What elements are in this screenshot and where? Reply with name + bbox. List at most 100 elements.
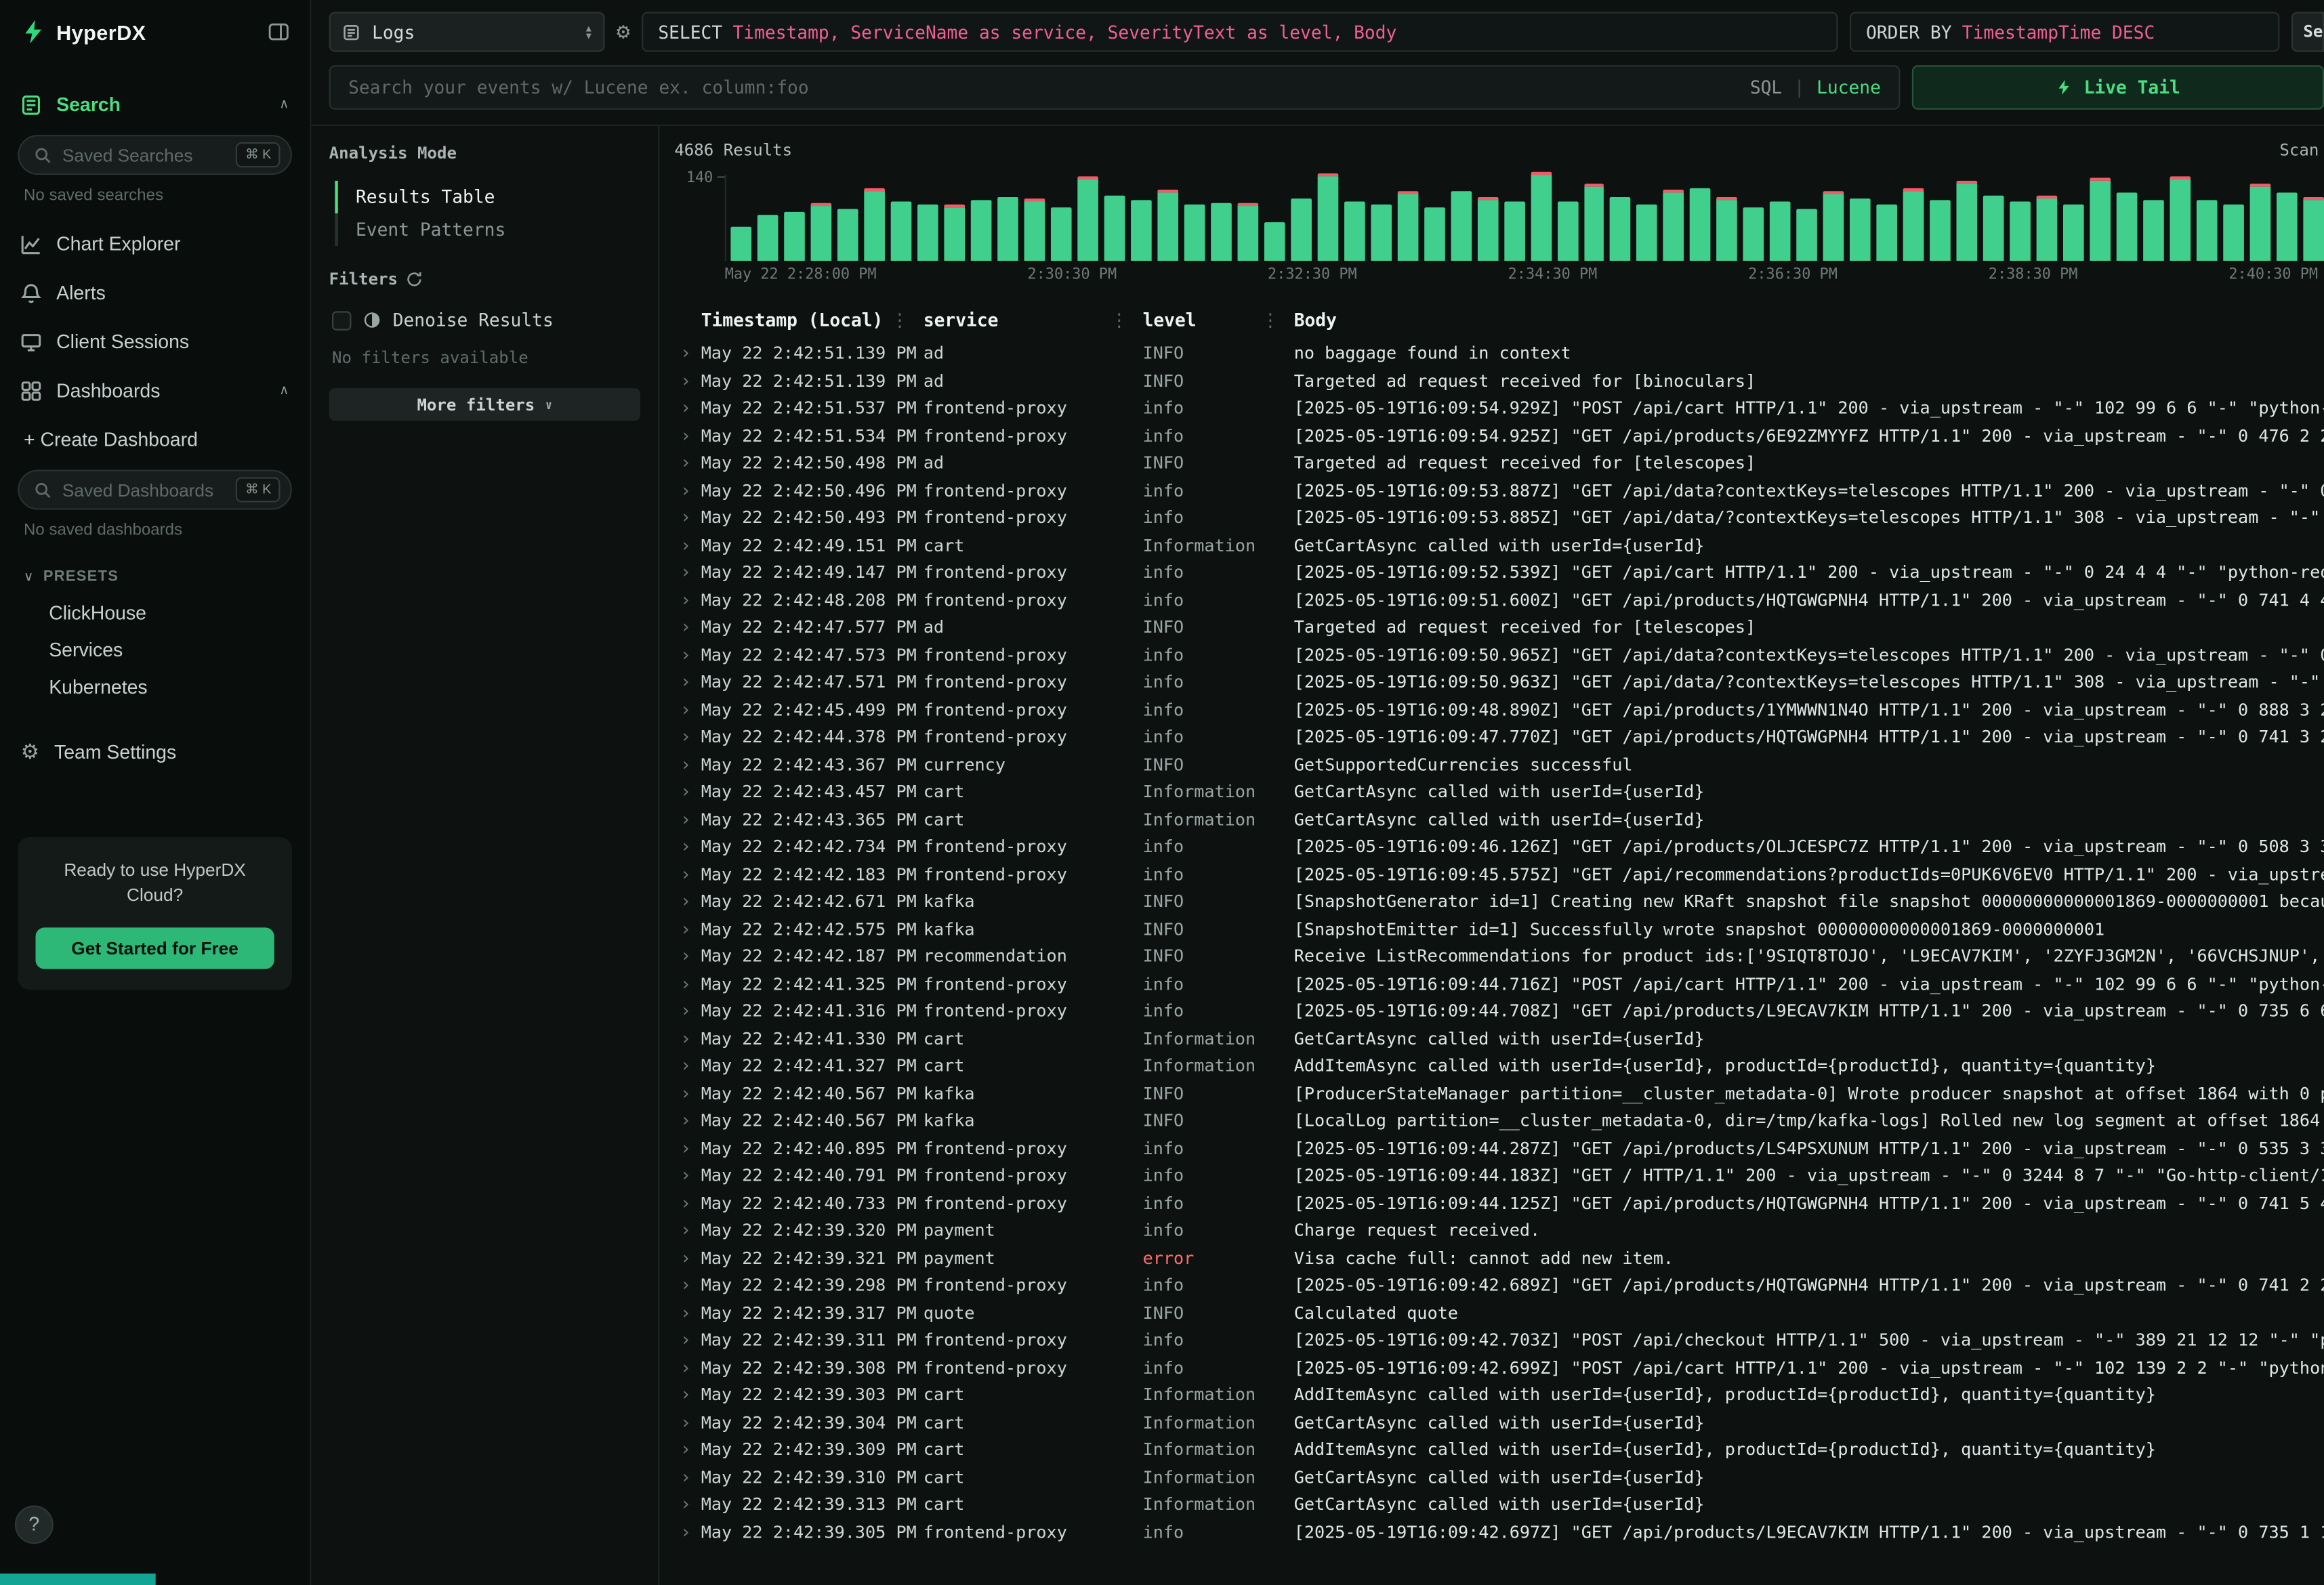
orderby-input[interactable]: ORDER BY TimestampTime DESC	[1850, 12, 2279, 52]
table-row[interactable]: ›May 22 2:42:39.311 PMfrontend-proxyinfo…	[674, 1326, 2324, 1353]
histogram-bar[interactable]	[2224, 205, 2245, 261]
row-expand-chevron-icon[interactable]: ›	[674, 534, 701, 555]
row-expand-chevron-icon[interactable]: ›	[674, 343, 701, 364]
help-button[interactable]: ?	[15, 1505, 54, 1544]
table-row[interactable]: ›May 22 2:42:49.151 PMcartInformationGet…	[674, 531, 2324, 558]
histogram-bar[interactable]	[1317, 173, 1338, 261]
histogram-bar[interactable]	[2037, 195, 2058, 261]
histogram-bar[interactable]	[1983, 196, 2004, 261]
histogram-bar[interactable]	[2117, 192, 2138, 261]
table-row[interactable]: ›May 22 2:42:42.187 PMrecommendationINFO…	[674, 942, 2324, 969]
row-expand-chevron-icon[interactable]: ›	[674, 1494, 701, 1515]
row-expand-chevron-icon[interactable]: ›	[674, 1302, 701, 1323]
row-expand-chevron-icon[interactable]: ›	[674, 452, 701, 473]
histogram-bar[interactable]	[1397, 192, 1418, 261]
row-expand-chevron-icon[interactable]: ›	[674, 398, 701, 419]
live-tail-button[interactable]: Live Tail	[1912, 65, 2324, 110]
table-row[interactable]: ›May 22 2:42:43.457 PMcartInformationGet…	[674, 778, 2324, 805]
search-submit-button[interactable]: Search	[2291, 12, 2324, 52]
table-row[interactable]: ›May 22 2:42:42.575 PMkafkaINFO[Snapshot…	[674, 915, 2324, 942]
source-settings-gear-icon[interactable]: ⚙	[617, 21, 630, 43]
row-expand-chevron-icon[interactable]: ›	[674, 1083, 701, 1104]
histogram-bar[interactable]	[1424, 207, 1445, 261]
table-row[interactable]: ›May 22 2:42:39.304 PMcartInformationGet…	[674, 1408, 2324, 1435]
row-expand-chevron-icon[interactable]: ›	[674, 562, 701, 583]
table-row[interactable]: ›May 22 2:42:39.303 PMcartInformationAdd…	[674, 1381, 2324, 1408]
get-started-button[interactable]: Get Started for Free	[36, 927, 274, 969]
column-header-service[interactable]: service⋮	[924, 310, 1143, 331]
row-expand-chevron-icon[interactable]: ›	[674, 1137, 701, 1158]
table-row[interactable]: ›May 22 2:42:41.330 PMcartInformationGet…	[674, 1025, 2324, 1052]
table-row[interactable]: ›May 22 2:42:42.671 PMkafkaINFO[Snapshot…	[674, 887, 2324, 914]
sidebar-item-alerts[interactable]: Alerts	[0, 268, 310, 317]
histogram-bar[interactable]	[2144, 200, 2165, 261]
row-expand-chevron-icon[interactable]: ›	[674, 370, 701, 391]
table-row[interactable]: ›May 22 2:42:41.325 PMfrontend-proxyinfo…	[674, 970, 2324, 997]
table-row[interactable]: ›May 22 2:42:39.321 PMpaymenterrorVisa c…	[674, 1244, 2324, 1271]
row-expand-chevron-icon[interactable]: ›	[674, 918, 701, 939]
mode-event-patterns[interactable]: Event Patterns	[338, 213, 640, 246]
table-row[interactable]: ›May 22 2:42:45.499 PMfrontend-proxyinfo…	[674, 696, 2324, 723]
row-expand-chevron-icon[interactable]: ›	[674, 699, 701, 720]
histogram-bar[interactable]	[1104, 196, 1125, 261]
row-expand-chevron-icon[interactable]: ›	[674, 507, 701, 528]
saved-dashboards-input[interactable]: Saved Dashboards ⌘ K	[18, 469, 292, 509]
row-expand-chevron-icon[interactable]: ›	[674, 589, 701, 610]
row-expand-chevron-icon[interactable]: ›	[674, 1055, 701, 1076]
table-row[interactable]: ›May 22 2:42:49.147 PMfrontend-proxyinfo…	[674, 559, 2324, 586]
table-row[interactable]: ›May 22 2:42:42.734 PMfrontend-proxyinfo…	[674, 832, 2324, 860]
denoise-checkbox[interactable]	[332, 310, 351, 329]
histogram-bar[interactable]	[1770, 202, 1791, 261]
histogram-bar[interactable]	[730, 226, 751, 261]
histogram-bar[interactable]	[1823, 192, 1844, 261]
table-row[interactable]: ›May 22 2:42:51.139 PMadINFOno baggage f…	[674, 339, 2324, 366]
histogram-bar[interactable]	[1344, 202, 1365, 261]
table-row[interactable]: ›May 22 2:42:50.493 PMfrontend-proxyinfo…	[674, 504, 2324, 531]
column-header-body[interactable]: Body	[1294, 310, 2324, 331]
histogram-bar[interactable]	[2250, 184, 2271, 261]
row-expand-chevron-icon[interactable]: ›	[674, 1357, 701, 1378]
histogram-bar[interactable]	[2197, 199, 2218, 261]
row-expand-chevron-icon[interactable]: ›	[674, 1330, 701, 1351]
histogram-bar[interactable]	[837, 209, 858, 261]
mode-results-table[interactable]: Results Table	[335, 181, 640, 213]
histogram-bar[interactable]	[1690, 188, 1711, 261]
table-row[interactable]: ›May 22 2:42:51.537 PMfrontend-proxyinfo…	[674, 394, 2324, 421]
sidebar-item-team-settings[interactable]: ⚙ Team Settings	[0, 726, 310, 778]
histogram-bar[interactable]	[1051, 208, 1072, 261]
create-dashboard-button[interactable]: + Create Dashboard	[0, 415, 310, 464]
histogram-bar[interactable]	[1743, 207, 1764, 261]
preset-item-clickhouse[interactable]: ClickHouse	[0, 594, 310, 631]
histogram-bar[interactable]	[1291, 198, 1312, 261]
table-row[interactable]: ›May 22 2:42:39.317 PMquoteINFOCalculate…	[674, 1298, 2324, 1326]
histogram-bar[interactable]	[1531, 172, 1552, 261]
table-row[interactable]: ›May 22 2:42:48.208 PMfrontend-proxyinfo…	[674, 586, 2324, 613]
sidebar-item-dashboards[interactable]: Dashboards ∧	[0, 366, 310, 415]
table-row[interactable]: ›May 22 2:42:39.298 PMfrontend-proxyinfo…	[674, 1271, 2324, 1298]
histogram-bar[interactable]	[1264, 223, 1285, 261]
row-expand-chevron-icon[interactable]: ›	[674, 809, 701, 830]
table-row[interactable]: ›May 22 2:42:39.309 PMcartInformationAdd…	[674, 1436, 2324, 1463]
histogram-bar[interactable]	[1930, 200, 1951, 261]
table-row[interactable]: ›May 22 2:42:42.183 PMfrontend-proxyinfo…	[674, 860, 2324, 887]
row-expand-chevron-icon[interactable]: ›	[674, 1275, 701, 1296]
row-expand-chevron-icon[interactable]: ›	[674, 836, 701, 857]
histogram-bar[interactable]	[1611, 197, 1632, 261]
table-row[interactable]: ›May 22 2:42:47.573 PMfrontend-proxyinfo…	[674, 641, 2324, 668]
table-row[interactable]: ›May 22 2:42:39.305 PMfrontend-proxyinfo…	[674, 1518, 2324, 1545]
mode-toggle-lucene[interactable]: Lucene	[1817, 77, 1881, 98]
histogram-bar[interactable]	[864, 188, 885, 261]
histogram-bar[interactable]	[1557, 202, 1578, 261]
table-row[interactable]: ›May 22 2:42:41.327 PMcartInformationAdd…	[674, 1052, 2324, 1079]
row-expand-chevron-icon[interactable]: ›	[674, 1247, 701, 1268]
source-select[interactable]: Logs ▲▼	[329, 12, 605, 52]
histogram-bar[interactable]	[1583, 184, 1604, 261]
column-handle-icon[interactable]: ⋮	[1110, 310, 1127, 331]
table-row[interactable]: ›May 22 2:42:43.365 PMcartInformationGet…	[674, 805, 2324, 832]
histogram-bar[interactable]	[1663, 190, 1684, 261]
histogram-bar[interactable]	[971, 200, 992, 261]
histogram-bar[interactable]	[944, 205, 965, 261]
sidebar-item-chart-explorer[interactable]: Chart Explorer	[0, 219, 310, 268]
table-row[interactable]: ›May 22 2:42:40.733 PMfrontend-proxyinfo…	[674, 1189, 2324, 1216]
table-row[interactable]: ›May 22 2:42:40.567 PMkafkaINFO[LocalLog…	[674, 1107, 2324, 1134]
